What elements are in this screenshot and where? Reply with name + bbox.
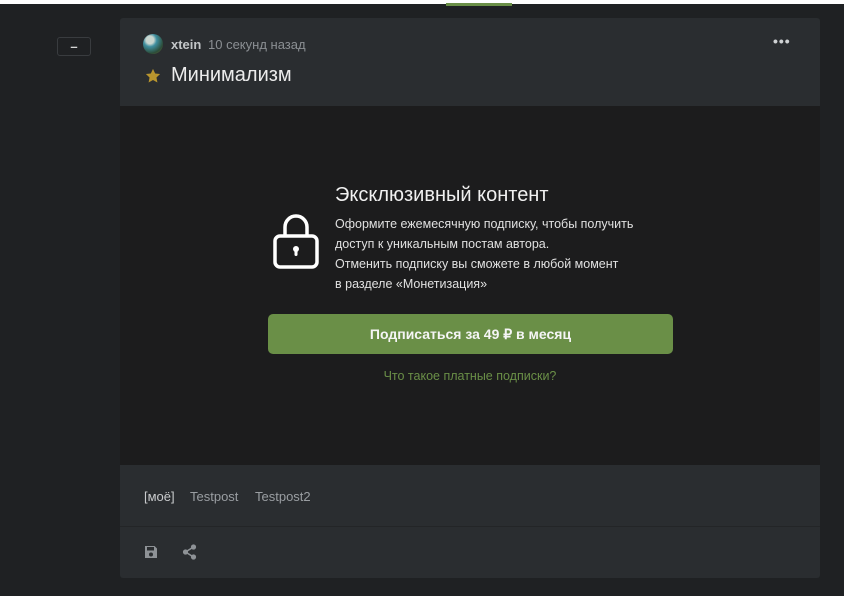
exclusive-line: доступ к уникальным постам автора. xyxy=(335,237,550,251)
exclusive-line: Отменить подписку вы сможете в любой мом… xyxy=(335,257,619,271)
collapse-button[interactable]: – xyxy=(57,37,91,56)
subscribe-button[interactable]: Подписаться за 49 ₽ в месяц xyxy=(268,314,673,354)
exclusive-line: Оформите ежемесячную подписку, чтобы пол… xyxy=(335,217,634,231)
exclusive-line: в разделе «Монетизация» xyxy=(335,277,488,291)
tag-moe[interactable]: [моё] xyxy=(144,489,175,504)
active-tab-indicator xyxy=(446,3,512,6)
exclusive-title: Эксклюзивный контент xyxy=(335,184,549,206)
lock-icon xyxy=(273,214,319,269)
exclusive-description: Оформите ежемесячную подписку, чтобы пол… xyxy=(335,214,675,294)
share-icon[interactable] xyxy=(182,544,197,560)
top-bar xyxy=(0,0,844,4)
tag-testpost[interactable]: Testpost xyxy=(190,489,238,504)
post-card: xtein 10 секунд назад ••• Минимализм Экс… xyxy=(120,18,820,578)
exclusive-content-block: Эксклюзивный контент Оформите ежемесячну… xyxy=(120,106,820,465)
more-icon[interactable]: ••• xyxy=(773,34,793,51)
star-icon xyxy=(145,68,161,83)
post-time[interactable]: 10 секунд назад xyxy=(208,37,306,52)
author-name[interactable]: xtein xyxy=(171,37,201,52)
post-actions xyxy=(120,526,820,578)
save-icon[interactable] xyxy=(144,545,158,559)
avatar[interactable] xyxy=(143,34,163,54)
tags-bar: [моё] Testpost Testpost2 xyxy=(120,465,820,527)
post-header: xtein 10 секунд назад ••• Минимализм xyxy=(120,18,820,106)
tag-testpost2[interactable]: Testpost2 xyxy=(255,489,311,504)
post-title[interactable]: Минимализм xyxy=(171,64,292,87)
paid-subscriptions-link[interactable]: Что такое платные подписки? xyxy=(120,369,820,383)
